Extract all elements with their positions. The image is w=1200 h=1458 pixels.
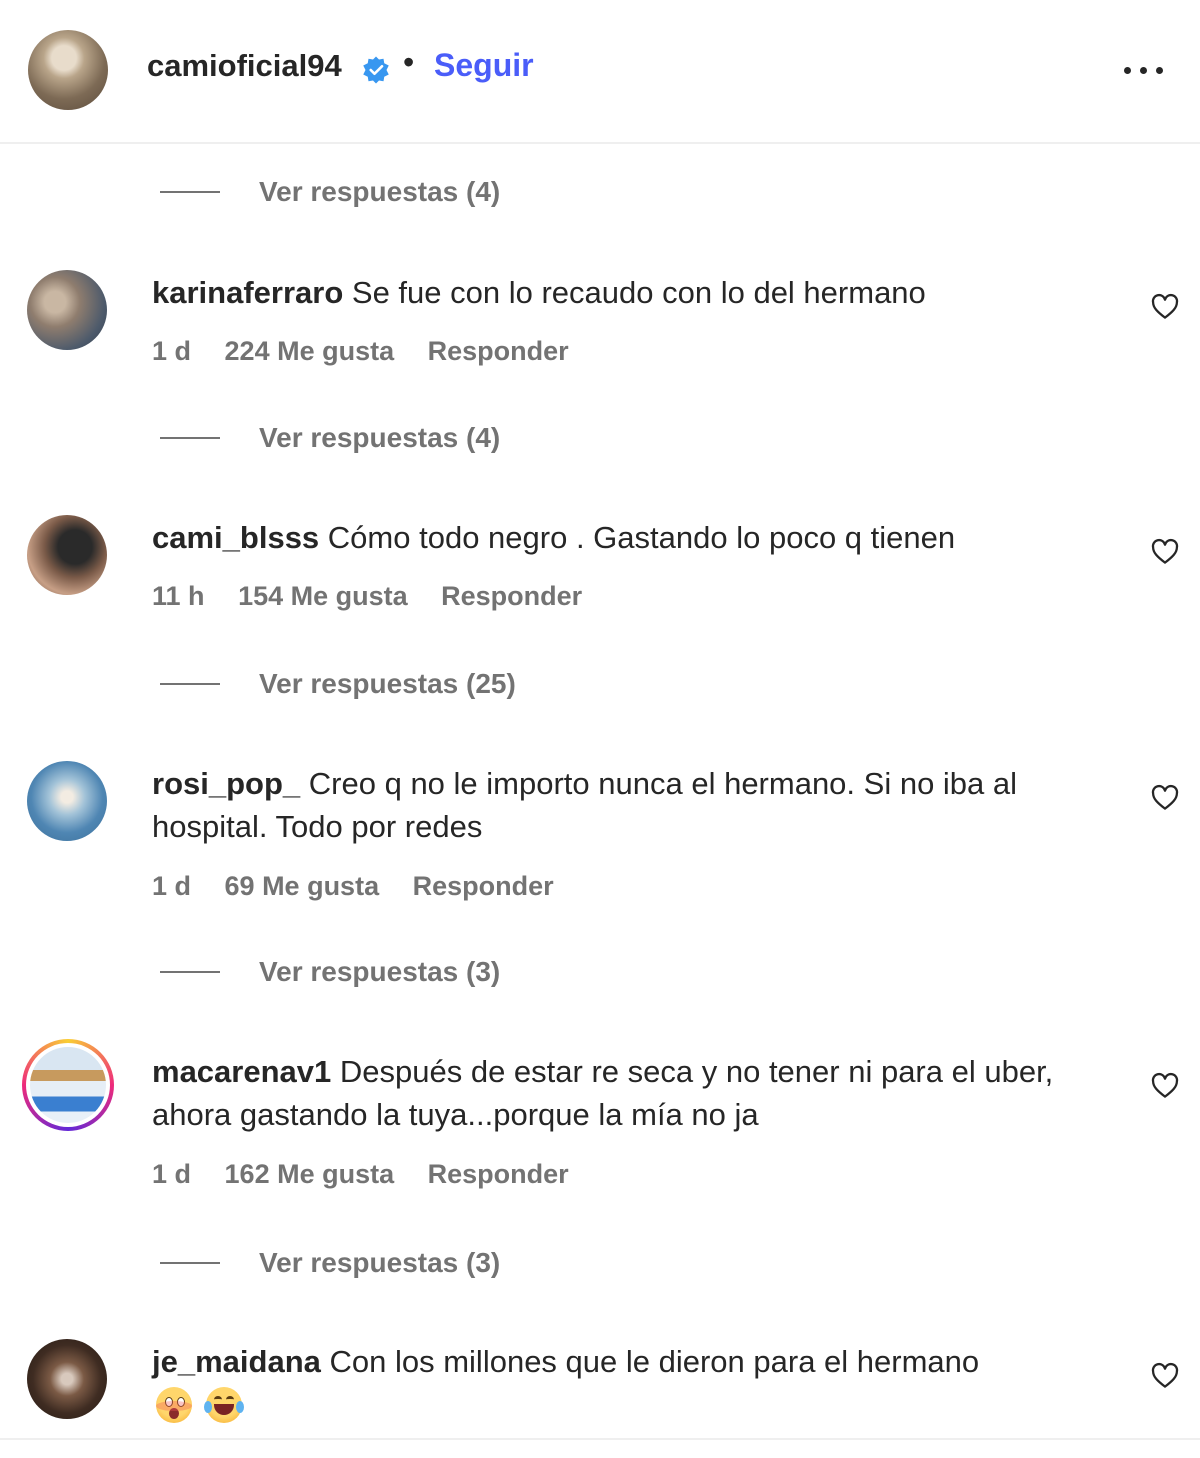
comment-meta: 1 d 162 Me gusta Responder — [152, 1159, 595, 1190]
commenter-username[interactable]: cami_blsss — [152, 520, 319, 555]
reply-button[interactable]: Responder — [428, 1159, 569, 1189]
commenter-avatar[interactable] — [27, 1339, 107, 1419]
commenter-username[interactable]: rosi_pop_ — [152, 766, 300, 801]
laughing-tears-emoji — [204, 1387, 245, 1423]
view-replies-label: Ver respuestas (3) — [259, 956, 501, 987]
follow-button[interactable]: Seguir — [434, 47, 534, 84]
commenter-avatar[interactable] — [27, 270, 107, 350]
view-replies-label: Ver respuestas (25) — [259, 668, 516, 699]
reply-button[interactable]: Responder — [441, 581, 582, 611]
surprised-face-emoji — [156, 1387, 192, 1423]
replies-divider — [160, 191, 220, 193]
heart-icon[interactable] — [1150, 292, 1180, 322]
comment-likes[interactable]: 154 Me gusta — [238, 581, 408, 611]
comment-likes[interactable]: 162 Me gusta — [225, 1159, 395, 1189]
view-replies-label: Ver respuestas (4) — [259, 422, 501, 453]
comment-meta: 1 d 224 Me gusta Responder — [152, 336, 595, 367]
separator-dot: • — [403, 44, 415, 80]
replies-divider — [160, 1262, 220, 1264]
comment-meta: 1 d 69 Me gusta Responder — [152, 871, 580, 902]
comment-likes[interactable]: 224 Me gusta — [225, 336, 395, 366]
comment-body: Cómo todo negro . Gastando lo poco q tie… — [327, 520, 956, 555]
commenter-avatar[interactable] — [27, 761, 107, 841]
comment-body: Con los millones que le dieron para el h… — [329, 1344, 980, 1379]
post-header: camioficial94 • Seguir — [0, 0, 1200, 144]
commenter-avatar — [30, 1047, 106, 1123]
commenter-username[interactable]: je_maidana — [152, 1344, 321, 1379]
comment-likes[interactable]: 69 Me gusta — [225, 871, 380, 901]
bottom-divider — [0, 1438, 1200, 1440]
comment-text: cami_blsss Cómo todo negro . Gastando lo… — [152, 516, 1112, 559]
comment-text: je_maidana Con los millones que le diero… — [152, 1340, 1112, 1383]
reply-button[interactable]: Responder — [413, 871, 554, 901]
comment-text: karinaferraro Se fue con lo recaudo con … — [152, 271, 1112, 314]
more-options-icon[interactable] — [1120, 55, 1168, 85]
replies-divider — [160, 971, 220, 973]
comment-time: 1 d — [152, 871, 192, 901]
comment-time: 1 d — [152, 1159, 192, 1189]
comment-text: rosi_pop_ Creo q no le importo nunca el … — [152, 762, 1112, 848]
replies-divider — [160, 683, 220, 685]
view-replies-label: Ver respuestas (4) — [259, 176, 501, 207]
replies-divider — [160, 437, 220, 439]
comment-time: 1 d — [152, 336, 192, 366]
heart-icon[interactable] — [1150, 1071, 1180, 1101]
commenter-avatar[interactable] — [27, 515, 107, 595]
view-replies-label: Ver respuestas (3) — [259, 1247, 501, 1278]
comment-text: macarenav1 Después de estar re seca y no… — [152, 1050, 1112, 1136]
commenter-username[interactable]: karinaferraro — [152, 275, 343, 310]
heart-icon[interactable] — [1150, 783, 1180, 813]
author-avatar[interactable] — [28, 30, 108, 110]
commenter-username[interactable]: macarenav1 — [152, 1054, 331, 1089]
comment-time: 11 h — [152, 581, 205, 611]
story-ring[interactable] — [22, 1039, 114, 1131]
author-username[interactable]: camioficial94 — [147, 48, 342, 84]
emoji-row — [156, 1387, 252, 1423]
reply-button[interactable]: Responder — [428, 336, 569, 366]
heart-icon[interactable] — [1150, 1361, 1180, 1391]
verified-badge-icon — [363, 56, 389, 84]
comment-meta: 11 h 154 Me gusta Responder — [152, 581, 608, 612]
comment-body: Se fue con lo recaudo con lo del hermano — [351, 275, 926, 310]
heart-icon[interactable] — [1150, 537, 1180, 567]
